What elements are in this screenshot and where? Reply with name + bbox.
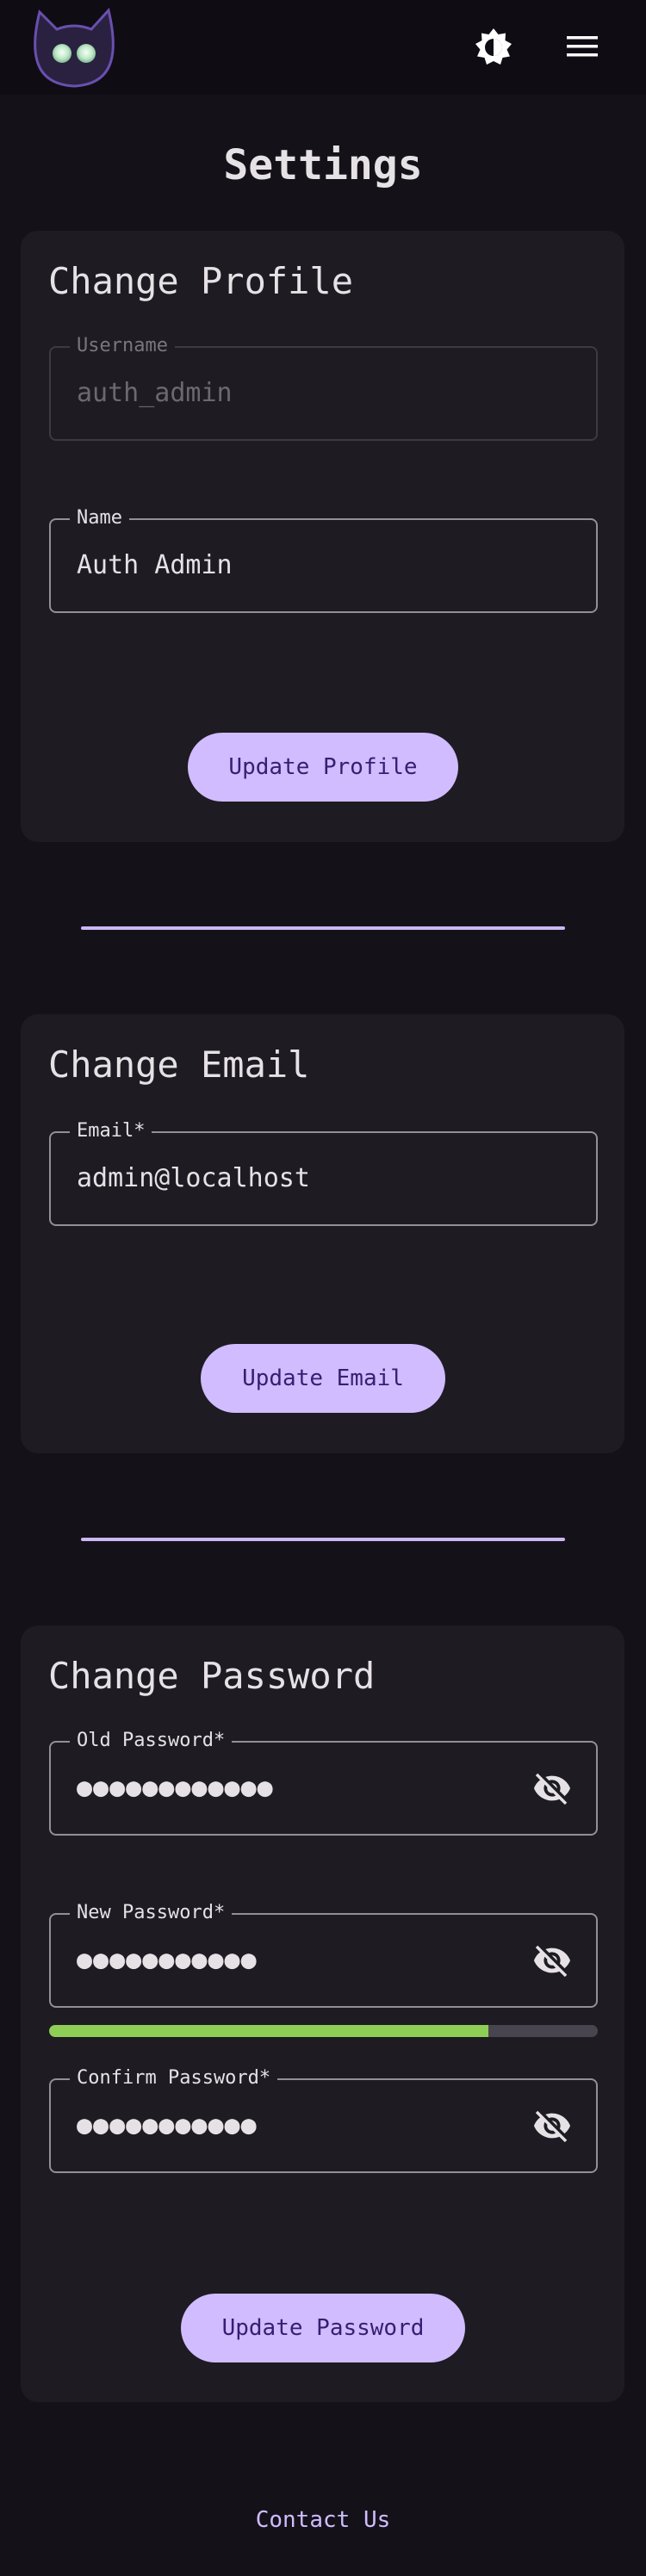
- new-password-value[interactable]: ●●●●●●●●●●●: [77, 1915, 258, 2006]
- menu-button[interactable]: [563, 29, 601, 64]
- password-strength-fill: [49, 2025, 488, 2037]
- eye-off-icon[interactable]: [532, 2106, 572, 2146]
- confirm-password-field[interactable]: Confirm Password* ●●●●●●●●●●●: [49, 2067, 598, 2173]
- email-field[interactable]: Email* admin@localhost: [49, 1120, 598, 1226]
- username-field: Username auth_admin: [49, 335, 598, 441]
- name-value[interactable]: Auth Admin: [77, 520, 233, 611]
- contact-us-link[interactable]: Contact Us: [0, 2507, 646, 2533]
- old-password-field[interactable]: Old Password* ●●●●●●●●●●●●: [49, 1730, 598, 1836]
- email-card: Change Email Email* admin@localhost Upda…: [21, 1014, 624, 1453]
- username-value: auth_admin: [77, 378, 233, 408]
- theme-toggle-button[interactable]: [472, 26, 515, 69]
- section-divider: [81, 926, 565, 930]
- section-divider: [81, 1538, 565, 1541]
- new-password-field[interactable]: New Password* ●●●●●●●●●●●: [49, 1902, 598, 2008]
- profile-card: Change Profile Username auth_admin Name …: [21, 231, 624, 842]
- theme-toggle-icon: [475, 28, 512, 65]
- password-card: Change Password Old Password* ●●●●●●●●●●…: [21, 1625, 624, 2402]
- password-card-title: Change Password: [48, 1655, 376, 1697]
- update-password-button[interactable]: Update Password: [181, 2294, 465, 2362]
- eye-off-icon[interactable]: [532, 1768, 572, 1808]
- cat-logo-icon[interactable]: [31, 5, 117, 90]
- update-profile-button[interactable]: Update Profile: [188, 733, 458, 802]
- page-title: Settings: [223, 141, 423, 189]
- profile-card-title: Change Profile: [48, 260, 354, 302]
- name-field[interactable]: Name Auth Admin: [49, 507, 598, 613]
- update-email-button[interactable]: Update Email: [201, 1344, 445, 1413]
- email-card-title: Change Email: [48, 1043, 310, 1086]
- hamburger-menu-icon: [567, 36, 598, 57]
- top-app-bar: [0, 0, 646, 95]
- password-strength-meter: [49, 2025, 598, 2037]
- email-value[interactable]: admin@localhost: [77, 1133, 310, 1224]
- confirm-password-value[interactable]: ●●●●●●●●●●●: [77, 2080, 258, 2171]
- old-password-value[interactable]: ●●●●●●●●●●●●: [77, 1743, 274, 1834]
- eye-off-icon[interactable]: [532, 1941, 572, 1980]
